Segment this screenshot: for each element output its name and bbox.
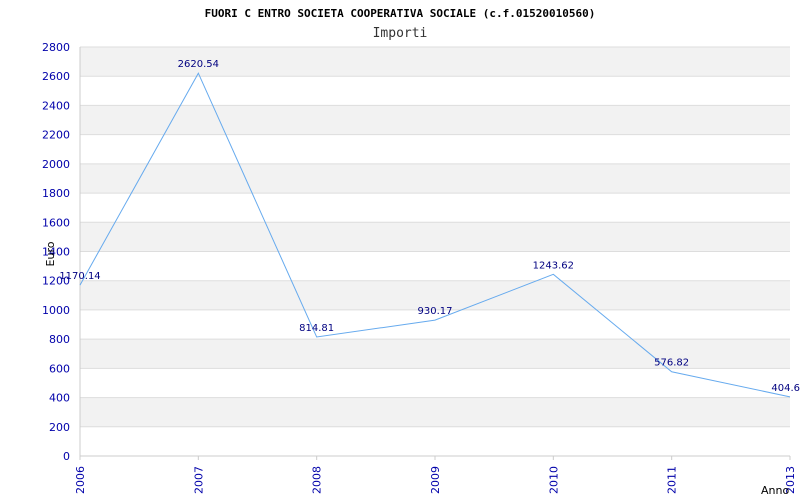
chart-title: FUORI C ENTRO SOCIETA COOPERATIVA SOCIAL… xyxy=(205,7,596,20)
data-label: 576.82 xyxy=(654,358,689,369)
x-tick-label: 2007 xyxy=(192,466,205,494)
grid-band xyxy=(80,76,790,106)
grid-band xyxy=(80,134,790,164)
grid-band xyxy=(80,397,790,427)
data-label: 1243.62 xyxy=(533,260,574,271)
y-tick-label: 1800 xyxy=(42,187,70,200)
y-tick-label: 2200 xyxy=(42,129,70,142)
data-label: 404.6 xyxy=(771,383,800,394)
grid-band xyxy=(80,426,790,456)
y-tick-label: 2600 xyxy=(42,70,70,83)
grid-band xyxy=(80,163,790,194)
data-label: 1170.14 xyxy=(59,271,100,282)
y-tick-label: 2000 xyxy=(42,158,70,171)
x-tick-label: 2010 xyxy=(547,466,560,494)
x-axis-label: Anno xyxy=(761,484,789,497)
y-tick-label: 800 xyxy=(49,333,70,346)
x-tick-label: 2009 xyxy=(429,466,442,494)
y-tick-label: 2800 xyxy=(42,41,70,54)
y-tick-label: 1000 xyxy=(42,304,70,317)
y-tick-label: 1600 xyxy=(42,216,70,229)
grid-band xyxy=(80,368,790,398)
line-chart: 0200400600800100012001400160018002000220… xyxy=(42,7,800,497)
grid-band xyxy=(80,105,790,135)
x-tick-label: 2006 xyxy=(74,466,87,494)
grid-band xyxy=(80,251,790,281)
y-tick-label: 400 xyxy=(49,392,70,405)
y-axis-label: Euro xyxy=(44,241,57,266)
data-label: 814.81 xyxy=(299,323,334,334)
y-tick-label: 600 xyxy=(49,362,70,375)
grid-band xyxy=(80,222,790,252)
x-tick-label: 2011 xyxy=(666,466,679,494)
y-tick-label: 200 xyxy=(49,421,70,434)
x-tick-label: 2008 xyxy=(311,466,324,494)
grid-band xyxy=(80,193,790,223)
chart-subtitle: Importi xyxy=(373,26,428,41)
data-label: 2620.54 xyxy=(178,59,219,70)
y-tick-label: 0 xyxy=(63,450,70,463)
y-tick-label: 2400 xyxy=(42,99,70,112)
x-tick-labels: 2006 2007 2008 2009 2010 2011 2013 xyxy=(74,456,797,494)
data-label: 930.17 xyxy=(418,306,453,317)
